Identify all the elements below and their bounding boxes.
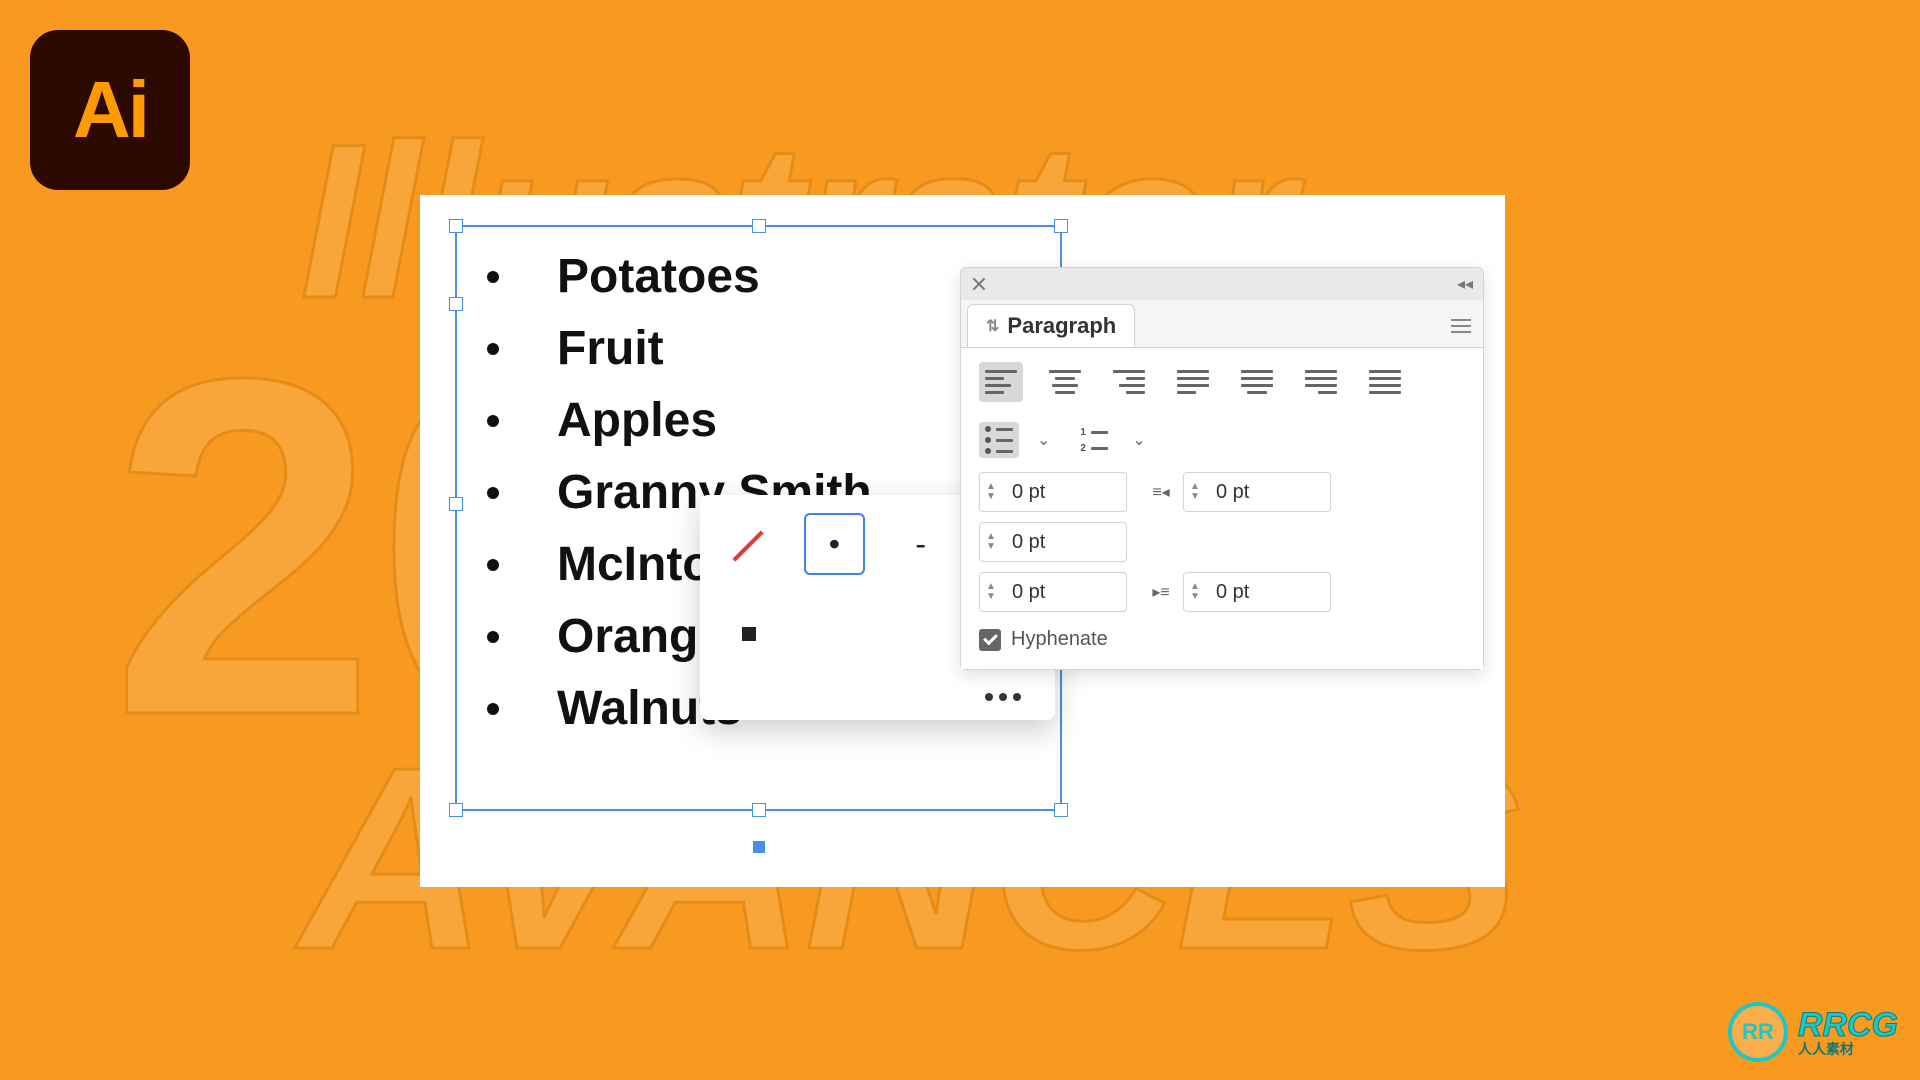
align-right-button[interactable] [1107, 362, 1151, 402]
numbered-list-dropdown-icon[interactable]: ⌄ [1132, 430, 1145, 450]
resize-handle-top-middle[interactable] [752, 219, 766, 233]
space-before-value: 0 pt [1002, 581, 1126, 604]
bullet-option-disc[interactable]: • [804, 513, 864, 575]
space-after-input[interactable]: ▲▼ 0 pt [1183, 572, 1331, 612]
right-indent-icon: ≡◂ [1147, 479, 1175, 505]
first-line-indent-value: 0 pt [1002, 531, 1126, 554]
numbered-list-button[interactable]: 1 2 [1074, 422, 1114, 458]
document-canvas: Potatoes Fruit Apples Granny Smith McInt… [420, 195, 1505, 887]
justify-last-center-button[interactable] [1235, 362, 1279, 402]
space-before-input[interactable]: ▲▼ 0 pt [979, 572, 1127, 612]
hyphenate-label: Hyphenate [1011, 628, 1108, 651]
bulleted-list-button[interactable] [979, 422, 1019, 458]
stepper-icon[interactable]: ▲▼ [980, 482, 1002, 502]
expand-icon: ⇅ [986, 316, 999, 336]
justify-last-right-button[interactable] [1299, 362, 1343, 402]
list-item[interactable]: Potatoes [487, 241, 1030, 313]
right-indent-value: 0 pt [1206, 481, 1330, 504]
watermark-big: RRCG [1798, 1008, 1898, 1042]
bullet-icon [487, 703, 499, 715]
resize-handle-top-left[interactable] [449, 219, 463, 233]
bullet-option-none[interactable] [718, 513, 778, 575]
overflow-handle-left-2[interactable] [449, 497, 463, 511]
collapse-icon[interactable]: ◂◂ [1457, 274, 1473, 294]
illustrator-logo: Ai [30, 30, 190, 190]
hyphenate-checkbox[interactable] [979, 629, 1001, 651]
list-item[interactable]: Fruit [487, 313, 1030, 385]
bullet-option-square[interactable] [718, 603, 780, 665]
align-left-button[interactable] [979, 362, 1023, 402]
stepper-icon[interactable]: ▲▼ [980, 582, 1002, 602]
justify-last-left-button[interactable] [1171, 362, 1215, 402]
bullet-icon [487, 343, 499, 355]
bullet-icon [487, 487, 499, 499]
list-item-label: Apples [557, 385, 717, 457]
stepper-icon[interactable]: ▲▼ [1184, 582, 1206, 602]
bullet-more-options-button[interactable] [718, 693, 1037, 701]
panel-menu-icon[interactable] [1451, 319, 1471, 333]
bullet-icon [487, 631, 499, 643]
resize-handle-bottom-middle[interactable] [752, 803, 766, 817]
space-after-icon: ▸≡ [1147, 579, 1175, 605]
first-line-indent-input[interactable]: ▲▼ 0 pt [979, 522, 1127, 562]
resize-handle-top-right[interactable] [1054, 219, 1068, 233]
list-item-label: Potatoes [557, 241, 760, 313]
stepper-icon[interactable]: ▲▼ [1184, 482, 1206, 502]
resize-handle-bottom-left[interactable] [449, 803, 463, 817]
overflow-handle-left-1[interactable] [449, 297, 463, 311]
resize-handle-bottom-right[interactable] [1054, 803, 1068, 817]
left-indent-input[interactable]: ▲▼ 0 pt [979, 472, 1127, 512]
bullet-option-hyphen[interactable]: - [891, 513, 951, 575]
justify-all-button[interactable] [1363, 362, 1407, 402]
panel-header[interactable]: ◂◂ [961, 268, 1483, 300]
close-icon[interactable] [971, 276, 987, 292]
origin-indicator [753, 841, 765, 853]
space-after-value: 0 pt [1206, 581, 1330, 604]
list-item[interactable]: Apples [487, 385, 1030, 457]
bulleted-list-dropdown-icon[interactable]: ⌄ [1037, 430, 1050, 450]
paragraph-panel: ◂◂ ⇅ Paragraph [960, 267, 1484, 670]
watermark: RR RRCG 人人素材 [1728, 1002, 1898, 1062]
panel-body: ⌄ 1 2 ⌄ ▲▼ 0 pt ≡◂ ▲▼ [961, 347, 1483, 669]
right-indent-input[interactable]: ▲▼ 0 pt [1183, 472, 1331, 512]
watermark-logo-icon: RR [1728, 1002, 1788, 1062]
align-center-button[interactable] [1043, 362, 1087, 402]
watermark-small: 人人素材 [1798, 1042, 1898, 1056]
bullet-icon [487, 559, 499, 571]
panel-title: Paragraph [1007, 313, 1116, 339]
tab-paragraph[interactable]: ⇅ Paragraph [967, 304, 1135, 347]
left-indent-value: 0 pt [1002, 481, 1126, 504]
bullet-icon [487, 271, 499, 283]
bullet-icon [487, 415, 499, 427]
illustrator-logo-text: Ai [73, 64, 147, 156]
stepper-icon[interactable]: ▲▼ [980, 532, 1002, 552]
list-item-label: Fruit [557, 313, 664, 385]
